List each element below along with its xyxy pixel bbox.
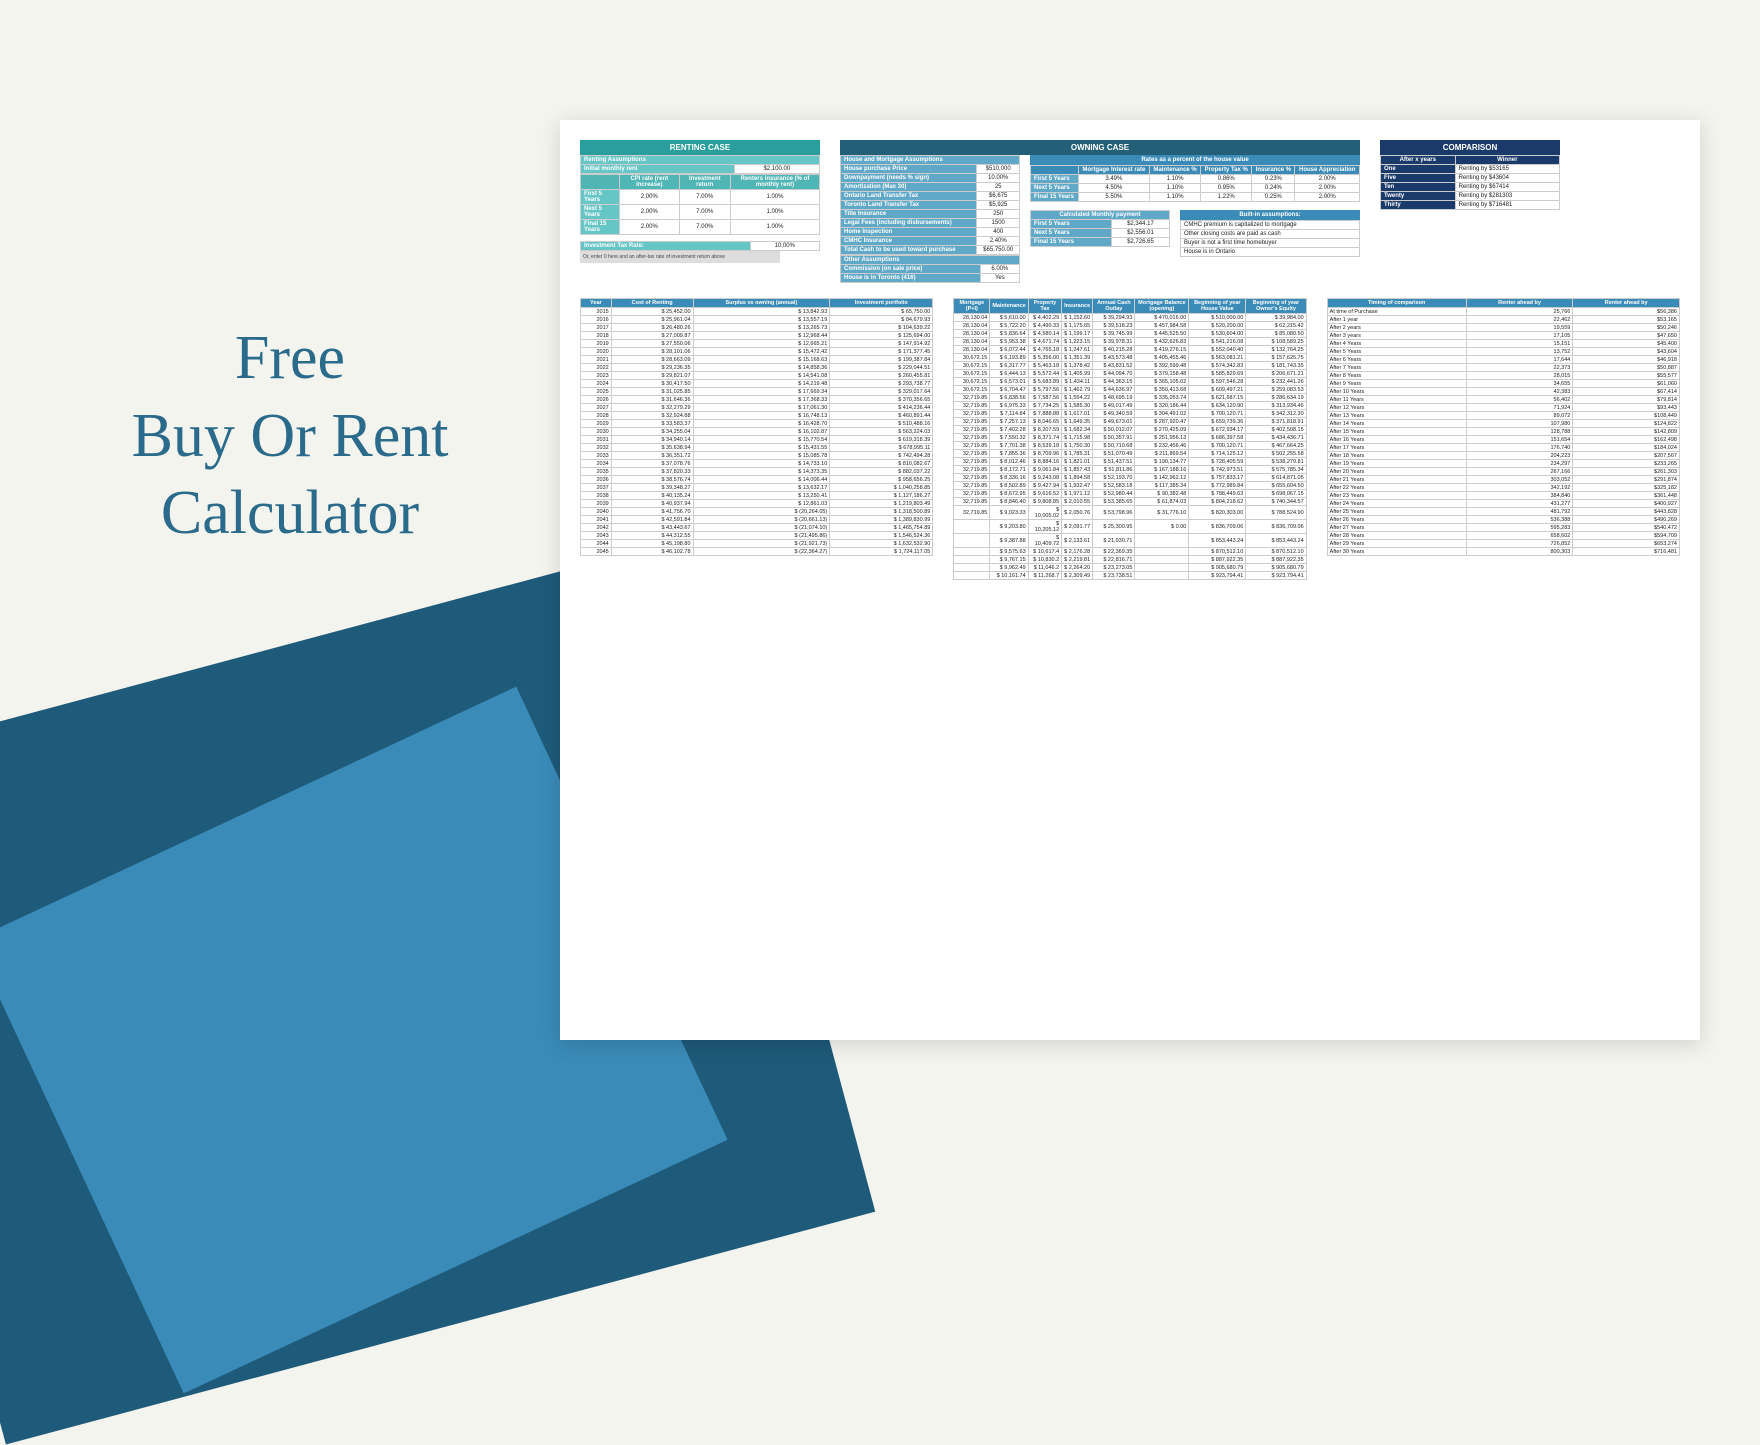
rates-header: Rates as a percent of the house value <box>1030 155 1360 165</box>
comparison-section: COMPARISON After x yearsWinnerOneRenting… <box>1380 140 1560 283</box>
investment-tax-table: Investment Tax Rate:10.00% <box>580 241 820 251</box>
owning-header: OWNING CASE <box>840 140 1360 155</box>
builtin-assumptions-table: CMHC premium is capitalized to mortgageO… <box>1180 220 1360 257</box>
renting-case-section: RENTING CASE Renting Assumptions Initial… <box>580 140 820 283</box>
comparison-header: COMPARISON <box>1380 140 1560 155</box>
title-area: FreeBuy Or RentCalculator <box>80 320 500 553</box>
page-title: FreeBuy Or RentCalculator <box>80 320 500 553</box>
own-data-table: Mortgage (P+I)MaintenanceProperty TaxIns… <box>953 298 1306 580</box>
builtin-header: Built-in assumptions: <box>1180 210 1360 220</box>
other-assumptions-table: Other Assumptions Commission (on sale pr… <box>840 255 1020 283</box>
renting-header: RENTING CASE <box>580 140 820 155</box>
renting-rates-table: CPI rate (rent increase)Investment retur… <box>580 174 820 235</box>
owning-case-section: OWNING CASE House and Mortgage Assumptio… <box>840 140 1360 283</box>
comparison-summary-table: After x yearsWinnerOneRenting by $53165F… <box>1380 155 1560 210</box>
rates-table: Mortgage Interest rateMaintenance %Prope… <box>1030 165 1360 202</box>
monthly-payment-table: Calculated Monthly payment First 5 Years… <box>1030 210 1170 247</box>
compare-data-table: Timing of comparisonRenter ahead byRente… <box>1327 298 1680 556</box>
tax-note: Or, enter 0 here and an after-tax rate o… <box>580 251 780 263</box>
renting-assumptions-table: Renting Assumptions Initial monthly rent… <box>580 155 820 174</box>
rent-data-table: YearCost of RentingSurplus vs owning (an… <box>580 298 933 556</box>
house-assumptions-table: House and Mortgage Assumptions House pur… <box>840 155 1020 255</box>
spreadsheet-preview: RENTING CASE Renting Assumptions Initial… <box>560 120 1700 1040</box>
